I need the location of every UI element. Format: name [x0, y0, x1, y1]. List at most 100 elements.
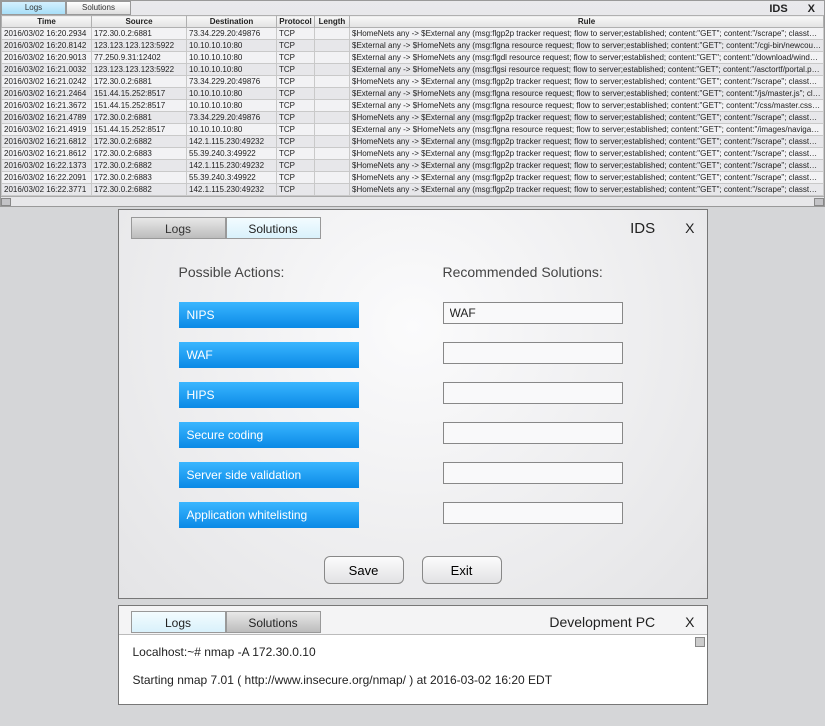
cell-len — [315, 160, 350, 172]
table-row[interactable]: 2016/03/02 16:22.1373172.30.0.2:6882142.… — [2, 160, 824, 172]
cell-len — [315, 172, 350, 184]
dev-title: Development PC — [549, 614, 655, 630]
action-secure-coding[interactable]: Secure coding — [179, 422, 359, 448]
cell-rule: $HomeNets any -> $External any (msg:flgp… — [350, 76, 824, 88]
solutions-titlebar: Logs Solutions IDS X — [119, 210, 707, 240]
cell-dst: 142.1.115.230:49232 — [187, 184, 277, 196]
cell-proto: TCP — [277, 136, 315, 148]
cell-rule: $External any -> $HomeNets any (msg:flgn… — [350, 40, 824, 52]
cell-src: 172.30.0.2:6881 — [92, 112, 187, 124]
cell-dst: 55.39.240.3:49922 — [187, 148, 277, 160]
ids-log-window: Logs Solutions IDS X Time Source Destina… — [0, 0, 825, 207]
col-rule[interactable]: Rule — [350, 16, 824, 28]
scroll-left-icon[interactable] — [1, 198, 11, 206]
action-nips[interactable]: NIPS — [179, 302, 359, 328]
cell-proto: TCP — [277, 64, 315, 76]
ids-tab-strip: Logs Solutions — [1, 1, 824, 15]
cell-src: 151.44.15.252:8517 — [92, 100, 187, 112]
close-icon[interactable]: X — [685, 220, 694, 236]
action-server-side-validation[interactable]: Server side validation — [179, 462, 359, 488]
cell-dst: 10.10.10.10:80 — [187, 88, 277, 100]
cell-dst: 10.10.10.10:80 — [187, 52, 277, 64]
cell-proto: TCP — [277, 148, 315, 160]
table-row[interactable]: 2016/03/02 16:20.8142123.123.123.123:592… — [2, 40, 824, 52]
tab-logs[interactable]: Logs — [1, 1, 66, 15]
action-waf[interactable]: WAF — [179, 342, 359, 368]
ids-title: IDS — [769, 3, 787, 15]
cell-time: 2016/03/02 16:21.4789 — [2, 112, 92, 124]
table-row[interactable]: 2016/03/02 16:20.901377.250.9.31:1240210… — [2, 52, 824, 64]
cell-src: 172.30.0.2:6881 — [92, 28, 187, 40]
save-button[interactable]: Save — [324, 556, 404, 584]
table-row[interactable]: 2016/03/02 16:21.0032123.123.123.123:592… — [2, 64, 824, 76]
recommended-heading: Recommended Solutions: — [443, 264, 667, 280]
table-row[interactable]: 2016/03/02 16:21.6812172.30.0.2:6882142.… — [2, 136, 824, 148]
table-row[interactable]: 2016/03/02 16:22.2091172.30.0.2:688355.3… — [2, 172, 824, 184]
dev-pc-window: Logs Solutions Development PC X Localhos… — [118, 605, 708, 705]
table-row[interactable]: 2016/03/02 16:21.3672151.44.15.252:85171… — [2, 100, 824, 112]
possible-actions-column: Possible Actions: NIPSWAFHIPSSecure codi… — [179, 264, 403, 542]
col-dest[interactable]: Destination — [187, 16, 277, 28]
table-row[interactable]: 2016/03/02 16:21.0242172.30.0.2:688173.3… — [2, 76, 824, 88]
terminal-output[interactable]: Localhost:~# nmap -A 172.30.0.10 Startin… — [119, 634, 707, 704]
cell-time: 2016/03/02 16:21.0242 — [2, 76, 92, 88]
cell-time: 2016/03/02 16:20.2934 — [2, 28, 92, 40]
tab-solutions[interactable]: Solutions — [226, 611, 321, 633]
scroll-right-icon[interactable] — [814, 198, 824, 206]
cell-src: 172.30.0.2:6882 — [92, 160, 187, 172]
cell-dst: 73.34.229.20:49876 — [187, 76, 277, 88]
cell-src: 123.123.123.123:5922 — [92, 40, 187, 52]
table-row[interactable]: 2016/03/02 16:21.4789172.30.0.2:688173.3… — [2, 112, 824, 124]
cell-proto: TCP — [277, 88, 315, 100]
cell-src: 151.44.15.252:8517 — [92, 88, 187, 100]
recommended-slot-2[interactable] — [443, 342, 623, 364]
exit-button[interactable]: Exit — [422, 556, 502, 584]
dev-titlebar: Logs Solutions Development PC X — [119, 606, 707, 634]
col-time[interactable]: Time — [2, 16, 92, 28]
cell-dst: 10.10.10.10:80 — [187, 124, 277, 136]
cell-src: 77.250.9.31:12402 — [92, 52, 187, 64]
table-row[interactable]: 2016/03/02 16:21.8612172.30.0.2:688355.3… — [2, 148, 824, 160]
cell-time: 2016/03/02 16:20.9013 — [2, 52, 92, 64]
tab-logs[interactable]: Logs — [131, 611, 226, 633]
cell-rule: $External any -> $HomeNets any (msg:flgn… — [350, 100, 824, 112]
cell-src: 172.30.0.2:6883 — [92, 148, 187, 160]
recommended-slot-6[interactable] — [443, 502, 623, 524]
tab-logs[interactable]: Logs — [131, 217, 226, 239]
scroll-up-icon[interactable] — [695, 637, 705, 647]
cell-len — [315, 136, 350, 148]
cell-len — [315, 184, 350, 196]
cell-rule: $HomeNets any -> $External any (msg:flgp… — [350, 148, 824, 160]
action-application-whitelisting[interactable]: Application whitelisting — [179, 502, 359, 528]
close-icon[interactable]: X — [808, 3, 815, 15]
cell-len — [315, 40, 350, 52]
cell-len — [315, 124, 350, 136]
tab-solutions[interactable]: Solutions — [66, 1, 131, 15]
col-length[interactable]: Length — [315, 16, 350, 28]
recommended-slot-5[interactable] — [443, 462, 623, 484]
cell-proto: TCP — [277, 112, 315, 124]
cell-proto: TCP — [277, 160, 315, 172]
recommended-slot-1[interactable] — [443, 302, 623, 324]
recommended-slot-4[interactable] — [443, 422, 623, 444]
col-protocol[interactable]: Protocol — [277, 16, 315, 28]
terminal-line: Localhost:~# nmap -A 172.30.0.10 — [133, 645, 693, 659]
table-row[interactable]: 2016/03/02 16:21.2464151.44.15.252:85171… — [2, 88, 824, 100]
table-row[interactable]: 2016/03/02 16:22.3771172.30.0.2:6882142.… — [2, 184, 824, 196]
table-row[interactable]: 2016/03/02 16:21.4919151.44.15.252:85171… — [2, 124, 824, 136]
table-row[interactable]: 2016/03/02 16:20.2934172.30.0.2:688173.3… — [2, 28, 824, 40]
tab-solutions[interactable]: Solutions — [226, 217, 321, 239]
cell-time: 2016/03/02 16:21.8612 — [2, 148, 92, 160]
recommended-slot-3[interactable] — [443, 382, 623, 404]
horizontal-scrollbar[interactable] — [1, 196, 824, 206]
cell-proto: TCP — [277, 52, 315, 64]
cell-proto: TCP — [277, 40, 315, 52]
cell-time: 2016/03/02 16:22.2091 — [2, 172, 92, 184]
cell-dst: 142.1.115.230:49232 — [187, 160, 277, 172]
close-icon[interactable]: X — [685, 614, 694, 630]
cell-proto: TCP — [277, 100, 315, 112]
cell-rule: $HomeNets any -> $External any (msg:flgp… — [350, 112, 824, 124]
col-source[interactable]: Source — [92, 16, 187, 28]
cell-src: 151.44.15.252:8517 — [92, 124, 187, 136]
action-hips[interactable]: HIPS — [179, 382, 359, 408]
